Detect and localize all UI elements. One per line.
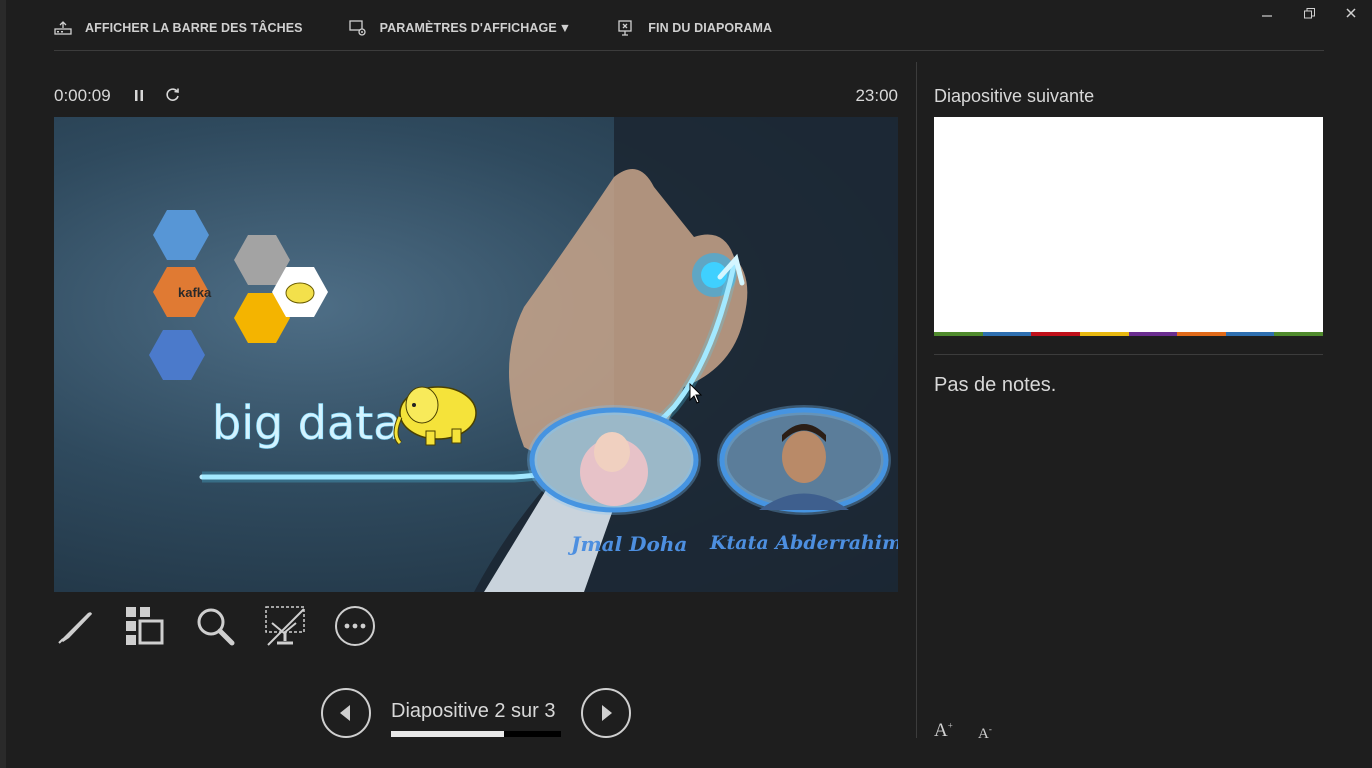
slide-counter[interactable]: Diapositive 2 sur 3 [391, 700, 556, 723]
elapsed-timer: 0:00:09 [54, 86, 111, 105]
see-all-slides-icon[interactable] [124, 605, 166, 647]
end-slideshow-button[interactable]: FIN DU DIAPORAMA [617, 19, 772, 37]
hexagon-cluster: kafka [149, 210, 328, 380]
zoom-icon[interactable] [194, 605, 236, 647]
color-strip-segment [1274, 332, 1323, 336]
display-settings-icon [348, 19, 367, 37]
speaker-notes: Pas de notes. [934, 374, 1057, 396]
kafka-logo-text: kafka [178, 285, 212, 300]
restore-icon[interactable] [1288, 0, 1330, 26]
next-slide-preview[interactable] [934, 117, 1323, 336]
color-strip-segment [1225, 332, 1275, 336]
reset-timer-icon[interactable] [164, 86, 182, 104]
increase-font-size-button[interactable]: A+ [934, 720, 953, 742]
minimize-icon[interactable] [1246, 0, 1288, 26]
toolbar-divider [54, 50, 1324, 51]
chevron-down-icon: ▼ [558, 21, 572, 35]
previous-slide-button[interactable] [321, 688, 371, 738]
black-screen-icon[interactable] [264, 605, 306, 647]
color-strip-segment [1128, 332, 1178, 336]
window-edge [0, 0, 6, 768]
triangle-right-icon [602, 705, 612, 721]
more-options-icon[interactable] [334, 605, 376, 647]
next-slide-title: Diapositive suivante [934, 86, 1095, 106]
display-settings-label: PARAMÈTRES D'AFFICHAGE [379, 21, 557, 35]
color-strip-segment [982, 332, 1032, 336]
hexagon-blue-top [153, 210, 209, 260]
author-name-2: Ktata Abderrahim [709, 532, 898, 554]
triangle-left-icon [340, 705, 350, 721]
notes-divider[interactable] [934, 354, 1323, 355]
decrease-font-size-button[interactable]: A- [978, 724, 992, 743]
panel-divider[interactable] [916, 62, 917, 738]
slide-artwork: kafka big data Jmal Doha Ktata Abderrahi… [149, 117, 898, 592]
current-time: 23:00 [855, 86, 898, 105]
presenter-toolbar: AFFICHER LA BARRE DES TÂCHES PARAMÈTRES … [54, 14, 818, 42]
current-slide[interactable]: kafka big data Jmal Doha Ktata Abderrahi… [54, 117, 898, 592]
color-strip-segment [934, 332, 983, 336]
close-icon[interactable] [1330, 0, 1372, 26]
taskbar-icon [54, 19, 72, 37]
display-settings-button[interactable]: PARAMÈTRES D'AFFICHAGE ▼ [348, 19, 572, 37]
color-strip-segment [1177, 332, 1226, 336]
slide-tools [54, 605, 404, 647]
author-photo-1 [527, 405, 701, 515]
pause-icon[interactable] [132, 88, 146, 104]
decrease-font-label: A [978, 726, 989, 742]
author-name-1: Jmal Doha [567, 532, 687, 556]
end-slideshow-icon [617, 19, 635, 37]
author-photo-2 [717, 405, 891, 515]
end-slideshow-label: FIN DU DIAPORAMA [648, 21, 773, 35]
next-slide-button[interactable] [581, 688, 631, 738]
color-strip-segment [1079, 332, 1129, 336]
big-data-title: big data [212, 396, 401, 450]
hadoop-elephant-icon [393, 386, 477, 446]
color-strip-segment [1031, 332, 1080, 336]
next-slide-color-strip [934, 332, 1323, 336]
window-controls [1246, 0, 1372, 26]
elephant-small-icon [285, 282, 315, 304]
hexagon-blue-bottom [149, 330, 205, 380]
show-taskbar-button[interactable]: AFFICHER LA BARRE DES TÂCHES [54, 19, 303, 37]
slide-progress-fill [391, 731, 505, 737]
pen-tool-icon[interactable] [54, 605, 96, 647]
mouse-pointer-icon [689, 382, 703, 410]
slide-progress-bar [391, 731, 561, 737]
increase-font-label: A [934, 720, 948, 741]
show-taskbar-label: AFFICHER LA BARRE DES TÂCHES [85, 21, 303, 35]
